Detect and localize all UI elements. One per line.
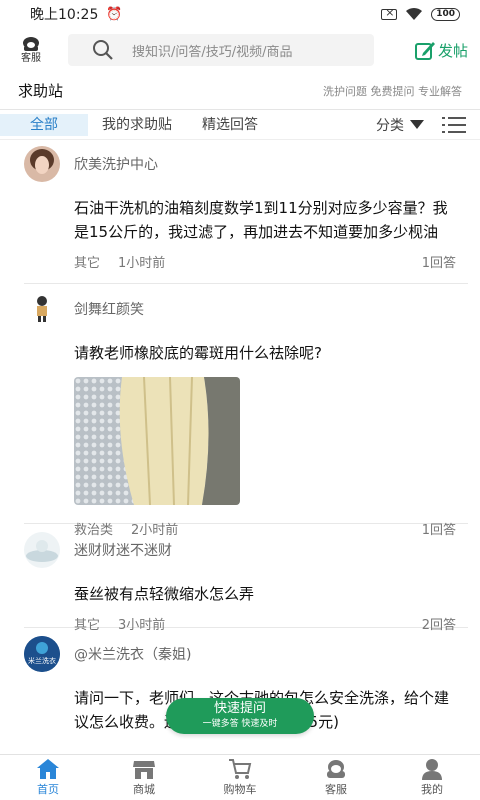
nav-shop-label: 商城 [133,783,155,796]
headset-icon [23,37,39,51]
page-title: 求助站 [18,82,64,100]
category-filter[interactable]: 分类 [376,115,466,135]
nav-shop[interactable]: 商城 [96,755,192,800]
nav-cart[interactable]: 购物车 [192,755,288,800]
list-item[interactable]: 欣美洗护中心 石油干洗机的油箱刻度数学1到11分别对应多少容量？我是15公斤的，… [24,146,468,284]
quick-ask-subtitle: 一键多答 快速及时 [202,719,278,729]
tab-bar: 全部 我的求助贴 精选回答 分类 [0,110,480,140]
tab-featured-answers[interactable]: 精选回答 [202,114,258,136]
question-photo[interactable] [74,377,240,505]
list-menu-icon[interactable] [442,116,466,134]
post-category: 其它 [74,618,101,633]
search-icon [93,40,113,60]
author-name: 迷财财迷不迷财 [74,543,172,559]
post-author: 迷财财迷不迷财 [24,532,468,568]
list-item[interactable]: 迷财财迷不迷财 蚕丝被有点轻微缩水怎么弄 其它 3小时前 2回答 [24,532,468,633]
avatar [24,532,60,568]
no-sim-icon [381,6,398,20]
tab-my-posts[interactable]: 我的求助贴 [102,114,172,136]
post-category: 其它 [74,256,101,271]
milan-logo: 米兰洗衣 [24,636,60,672]
shop-icon [133,761,155,779]
nav-profile-label: 我的 [421,783,443,796]
search-input[interactable]: 搜知识/问答/技巧/视频/商品 [68,34,374,66]
nav-cart-label: 购物车 [223,783,257,796]
question-text: 请教老师橡胶底的霉斑用什么祛除呢? [74,344,322,362]
avatar [24,146,60,182]
tab-all[interactable]: 全部 [0,113,88,136]
alarm-off-icon: ⏰ [106,6,123,22]
post-author: 剑舞红颜笑 [24,291,468,327]
quick-ask-title: 快速提问 [213,701,266,716]
cart-icon [229,759,252,779]
user-icon [422,759,442,780]
question-text: 蚕丝被有点轻微缩水怎么弄 [74,585,255,603]
answer-count: 1回答 [421,256,456,271]
customer-service-label: 客服 [21,53,41,64]
quick-ask-button[interactable]: 快速提问 一键多答 快速及时 [166,698,314,734]
triangle-down-icon [410,120,424,129]
section-subtitle: 洗护问题 免费提问 专业解答 [323,84,462,98]
nav-service[interactable]: 客服 [288,755,384,800]
svg-text:米兰洗衣: 米兰洗衣 [28,656,56,665]
headset-icon [327,760,345,778]
post-time: 3小时前 [118,618,166,633]
status-bar: 晚上10:25 ⏰ 100 [0,0,480,28]
author-name: @米兰洗衣（秦姐) [74,647,192,663]
status-time: 晚上10:25 [30,7,99,23]
nav-home-label: 首页 [37,783,59,796]
search-placeholder: 搜知识/问答/技巧/视频/商品 [132,44,293,60]
answer-count: 2回答 [421,618,456,633]
author-name: 欣美洗护中心 [74,157,158,173]
nav-profile[interactable]: 我的 [384,755,480,800]
post-meta: 其它 1小时前 1回答 [74,252,468,271]
post-author: 米兰洗衣 @米兰洗衣（秦姐) [24,636,468,672]
avatar: 米兰洗衣 [24,636,60,672]
post-author: 欣美洗护中心 [24,146,468,182]
category-filter-label: 分类 [376,117,404,134]
section-header: 求助站 洗护问题 免费提问 专业解答 [0,72,480,110]
author-name: 剑舞红颜笑 [74,302,144,318]
list-item[interactable]: 剑舞红颜笑 请教老师橡胶底的霉斑用什么祛除呢? 救治类 2小时前 1回答 [24,291,468,538]
post-time: 1小时前 [118,256,166,271]
home-icon [37,759,59,779]
battery-icon: 100 [431,7,460,21]
new-post-label: 发帖 [437,41,468,60]
avatar [24,291,60,327]
list-item[interactable]: 米兰洗衣 @米兰洗衣（秦姐) 请问一下，老师们，这个古驰的包怎么安全洗涤，给个建… [24,636,468,756]
question-text: 石油干洗机的油箱刻度数学1到11分别对应多少容量？我是15公斤的，我过滤了，再加… [74,199,448,241]
new-post-button[interactable]: 发帖 [414,39,468,61]
top-header: 客服 搜知识/问答/技巧/视频/商品 发帖 [0,28,480,72]
nav-home[interactable]: 首页 [0,755,96,800]
post-meta: 其它 3小时前 2回答 [74,614,468,633]
wifi-icon [406,7,423,20]
bottom-nav: 首页 商城 购物车 客服 我的 [0,754,480,800]
edit-icon [414,42,435,60]
customer-service-button[interactable]: 客服 [14,35,48,65]
nav-service-label: 客服 [325,783,347,796]
